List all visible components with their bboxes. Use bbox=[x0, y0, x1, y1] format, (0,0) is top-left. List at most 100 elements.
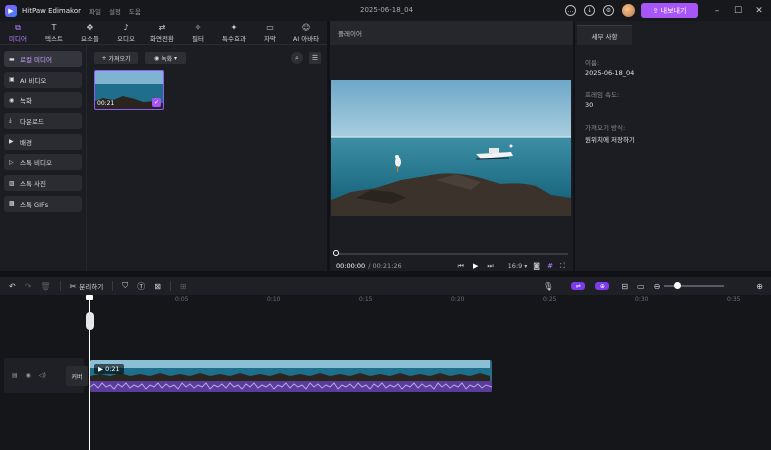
tab-subtitle[interactable]: ▭ 자막 bbox=[252, 21, 288, 44]
maximize-icon[interactable]: ☐ bbox=[729, 6, 747, 16]
add-track-icon[interactable]: ⊞ bbox=[180, 282, 187, 291]
tab-filter[interactable]: ✧ 필터 bbox=[180, 21, 216, 44]
media-library: + 가져오기 ◉ 녹화 ▾ ⌕ ☰ 00:21 ✓ bbox=[86, 45, 327, 271]
zoom-slider[interactable] bbox=[664, 282, 725, 289]
previous-frame-icon[interactable]: ⏮ bbox=[458, 262, 464, 271]
zoom-out-icon[interactable]: ⊖ bbox=[654, 282, 661, 291]
name-value: 2025-06-18_04 bbox=[585, 69, 635, 77]
split-button[interactable]: 분리하기 bbox=[79, 281, 103, 291]
sidebar-item-label: 스톡 비디오 bbox=[20, 159, 52, 168]
ai-video-icon: ▣ bbox=[9, 76, 15, 84]
sidebar-item-ai-video[interactable]: ▣ AI 비디오 bbox=[4, 71, 82, 88]
audio-mute-icon[interactable]: ◁) bbox=[39, 372, 46, 379]
sidebar-item-label: 배경 bbox=[20, 138, 32, 147]
play-button-icon[interactable]: ▶ bbox=[473, 262, 478, 270]
zoom-slider-handle[interactable] bbox=[674, 282, 682, 289]
close-icon[interactable]: ✕ bbox=[750, 6, 768, 16]
sidebar-item-local-media[interactable]: ▬ 로컬 미디어 bbox=[4, 51, 82, 67]
undo-icon[interactable]: ↶ bbox=[9, 282, 16, 291]
divider bbox=[59, 281, 61, 291]
download-status-icon[interactable]: ↓ bbox=[584, 5, 595, 16]
sidebar-item-stock-photo[interactable]: ▨ 스톡 사진 bbox=[4, 175, 82, 192]
clear-format-icon[interactable]: ⊠ bbox=[154, 282, 161, 291]
next-frame-icon[interactable]: ⏭ bbox=[487, 262, 493, 271]
import-mode-label: 가져오기 방식: bbox=[585, 124, 626, 132]
aspect-ratio-select[interactable]: 16:9 bbox=[508, 262, 523, 270]
media-thumbnail[interactable]: 00:21 ✓ bbox=[94, 70, 164, 110]
time-ruler[interactable]: 0:05 0:10 0:15 0:20 0:25 0:30 0:35 bbox=[90, 295, 771, 307]
check-icon[interactable]: ✓ bbox=[152, 98, 161, 107]
sort-icon[interactable]: ☰ bbox=[309, 52, 321, 64]
tab-elements[interactable]: ✥ 요소들 bbox=[72, 21, 108, 44]
total-time: / 00:21:26 bbox=[368, 262, 402, 270]
video-preview[interactable] bbox=[331, 80, 571, 216]
import-label: 가져오기 bbox=[108, 55, 131, 63]
record-button[interactable]: ◉ 녹화 ▾ bbox=[145, 52, 186, 64]
fit-icon[interactable]: ▭ bbox=[637, 282, 645, 291]
tick-label: 0:10 bbox=[267, 296, 281, 303]
microphone-icon[interactable]: 🎙 bbox=[543, 282, 553, 291]
text-box-icon[interactable]: Ⓣ bbox=[137, 281, 145, 292]
clip-duration: 0:21 bbox=[105, 365, 120, 373]
tab-effects[interactable]: ✦ 특수효과 bbox=[216, 21, 252, 44]
tab-details[interactable]: 세부 사항 bbox=[577, 25, 632, 45]
chevron-down-icon: ▾ bbox=[172, 54, 178, 62]
chevron-down-icon[interactable]: ▾ bbox=[524, 263, 527, 270]
menu-help[interactable]: 도움 bbox=[129, 6, 141, 16]
snap-toggle-icon[interactable]: ⊕ bbox=[595, 282, 610, 290]
tab-label: 특수효과 bbox=[222, 34, 246, 43]
cover-button[interactable]: 커버 bbox=[66, 366, 88, 386]
shield-icon[interactable]: ⛉ bbox=[122, 281, 128, 291]
video-clip[interactable]: ▶ 0:21 bbox=[90, 360, 492, 392]
menu-file[interactable]: 파일 bbox=[89, 6, 101, 16]
redo-icon[interactable]: ↷ bbox=[25, 282, 32, 291]
settings-icon[interactable]: ⚙ bbox=[603, 5, 614, 16]
export-button[interactable]: ⇪ 내보내기 bbox=[641, 3, 698, 18]
record-icon: ◉ bbox=[9, 96, 15, 104]
split-track-icon[interactable]: ⊟ bbox=[621, 282, 628, 291]
zoom-in-icon[interactable]: ⊕ bbox=[756, 282, 763, 291]
effects-icon: ✦ bbox=[230, 22, 238, 32]
search-icon[interactable]: ⌕ bbox=[291, 52, 303, 64]
tab-transition[interactable]: ⇄ 화면전환 bbox=[144, 21, 180, 44]
minimize-icon[interactable]: – bbox=[708, 6, 726, 16]
sidebar-item-stock-gifs[interactable]: ▩ 스톡 GIFs bbox=[4, 195, 82, 212]
scissors-icon[interactable]: ✂ bbox=[70, 282, 77, 291]
lock-icon[interactable]: ▤ bbox=[12, 372, 18, 379]
feedback-icon[interactable]: … bbox=[565, 5, 576, 16]
scrubber-handle[interactable] bbox=[333, 250, 339, 256]
menu-settings[interactable]: 설정 bbox=[109, 6, 121, 16]
snapshot-icon[interactable]: ◙ bbox=[533, 262, 540, 270]
delete-icon[interactable]: 🗑 bbox=[40, 282, 50, 291]
tab-label: 화면전환 bbox=[150, 34, 174, 43]
grid-icon[interactable]: # bbox=[547, 262, 553, 270]
playhead-handle[interactable] bbox=[86, 312, 94, 330]
tab-audio[interactable]: ♪ 오디오 bbox=[108, 21, 144, 44]
timeline[interactable]: 0:05 0:10 0:15 0:20 0:25 0:30 0:35 ▤ ◉ ◁… bbox=[0, 295, 771, 450]
sidebar-item-background[interactable]: ▶ 배경 bbox=[4, 133, 82, 150]
sidebar-item-record[interactable]: ◉ 녹화 bbox=[4, 92, 82, 109]
avatar[interactable] bbox=[622, 4, 635, 17]
app-logo-icon: ▶ bbox=[5, 4, 17, 17]
playhead-marker[interactable] bbox=[86, 295, 93, 300]
playback-scrubber[interactable] bbox=[335, 253, 568, 255]
clip-duration-badge: ▶ 0:21 bbox=[94, 364, 124, 374]
export-icon: ⇪ bbox=[652, 6, 661, 15]
filter-icon: ✧ bbox=[194, 22, 202, 32]
current-time: 00:00:00 bbox=[336, 262, 366, 270]
tab-text[interactable]: T 텍스트 bbox=[36, 21, 72, 44]
sidebar-item-label: 스톡 GIFs bbox=[20, 200, 49, 209]
sidebar-item-download[interactable]: ⤓ 다운로드 bbox=[4, 113, 82, 130]
tab-ai-avatar[interactable]: ☺ AI 아바타 bbox=[288, 21, 324, 44]
tab-media[interactable]: ⧉ 미디어 bbox=[0, 21, 36, 44]
fullscreen-icon[interactable]: ⛶ bbox=[560, 262, 565, 271]
import-button[interactable]: + 가져오기 bbox=[94, 52, 138, 64]
folder-icon: ▬ bbox=[9, 55, 15, 63]
category-tabs: ⧉ 미디어 T 텍스트 ✥ 요소들 ♪ 오디오 ⇄ 화면전환 ✧ 필터 ✦ 특수… bbox=[0, 21, 327, 45]
tab-label: 자막 bbox=[264, 34, 276, 43]
link-toggle-icon[interactable]: ⇌ bbox=[571, 282, 586, 290]
name-label: 이름: bbox=[585, 59, 600, 67]
sidebar-item-label: AI 비디오 bbox=[20, 76, 47, 85]
sidebar-item-stock-video[interactable]: ▷ 스톡 비디오 bbox=[4, 154, 82, 171]
visibility-icon[interactable]: ◉ bbox=[26, 372, 31, 379]
